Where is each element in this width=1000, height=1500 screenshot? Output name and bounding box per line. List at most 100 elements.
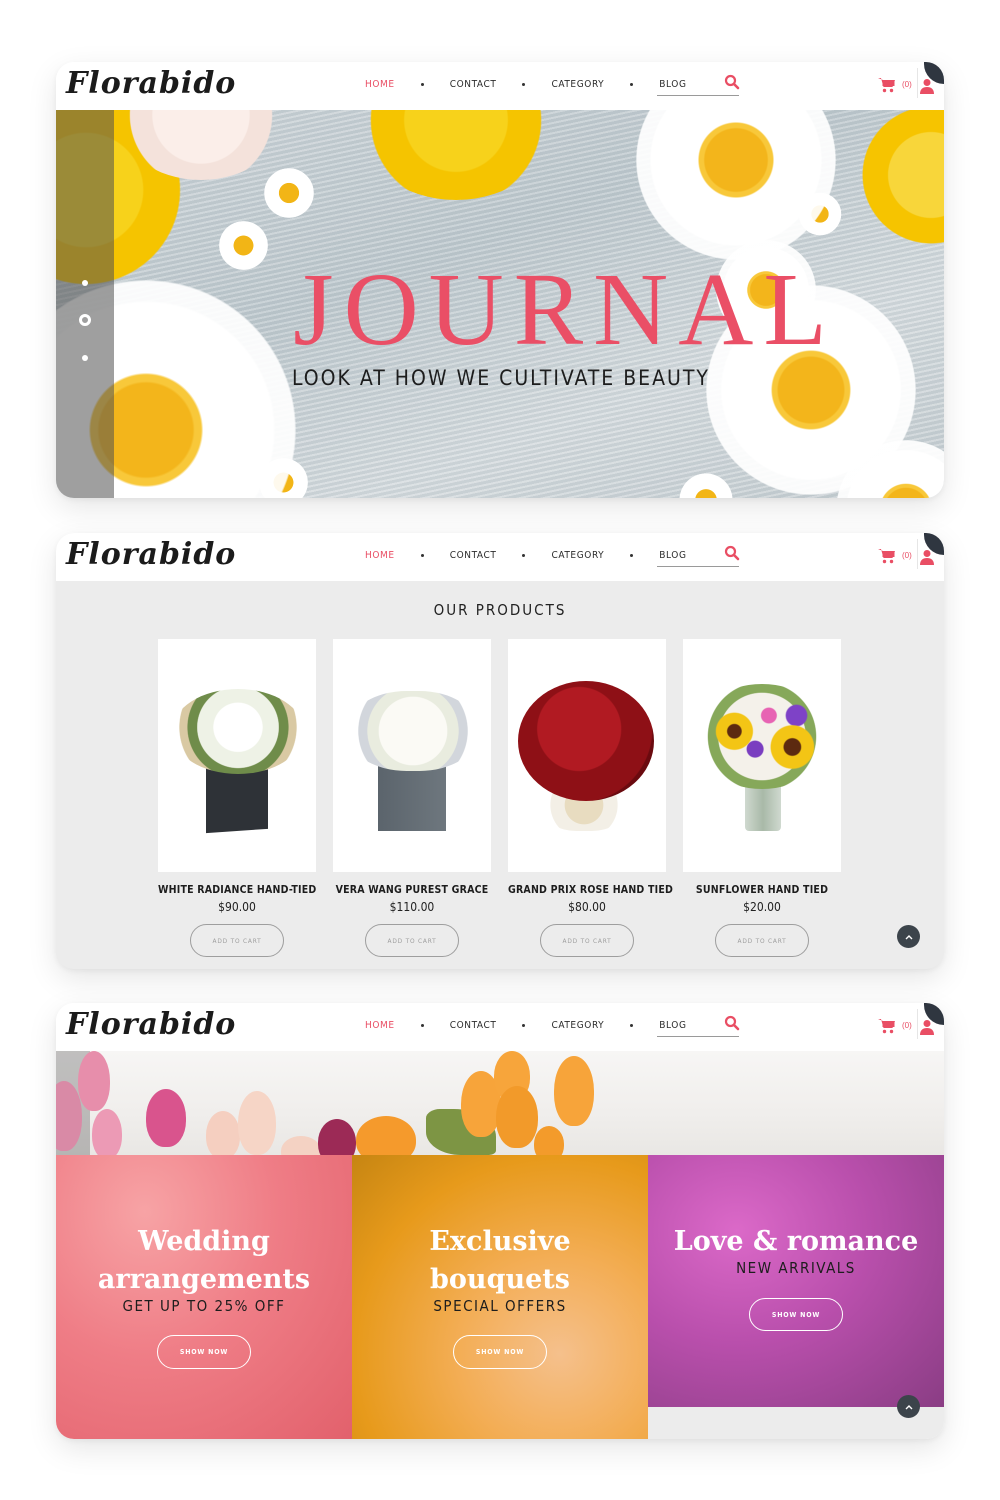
header-divider	[917, 68, 918, 98]
hero-banner: JOURNAL LOOK AT HOW WE CULTIVATE BEAUTY	[56, 110, 944, 498]
cart-icon[interactable]	[878, 548, 896, 564]
promo-subtitle: NEW ARRIVALS	[736, 1259, 856, 1277]
promo-title-line1: Wedding	[138, 1226, 270, 1257]
hero-subtitle: LOOK AT HOW WE CULTIVATE BEAUTY	[292, 366, 710, 390]
red-roses-image	[518, 681, 654, 801]
nav-separator	[630, 554, 634, 557]
product-card: SUNFLOWER HAND TIED $20.00 ADD TO CART	[683, 639, 841, 957]
add-to-cart-button[interactable]: ADD TO CART	[365, 924, 459, 957]
promo-wedding: Wedding arrangements GET UP TO 25% OFF S…	[56, 1155, 352, 1439]
nav-separator	[522, 1024, 526, 1027]
orange-tulip	[356, 1116, 416, 1155]
magenta-tulip	[318, 1119, 356, 1155]
cart-count: (0)	[902, 1021, 912, 1030]
logo[interactable]: Florabido	[66, 66, 236, 101]
white-roses-image	[349, 691, 477, 771]
peach-tulip	[206, 1111, 240, 1155]
promo-title-line1: Exclusive	[429, 1226, 571, 1257]
nav-category[interactable]: CATEGORY	[551, 550, 604, 561]
pink-tulip	[146, 1089, 186, 1147]
show-now-button[interactable]: SHOW NOW	[157, 1335, 251, 1369]
product-image[interactable]	[158, 639, 316, 872]
nav-separator	[630, 83, 634, 86]
promo-title-line2: bouquets	[430, 1264, 570, 1295]
main-nav: HOME CONTACT CATEGORY BLOG	[365, 550, 687, 561]
product-card: GRAND PRIX ROSE HAND TIED $80.00 ADD TO …	[508, 639, 673, 957]
cart-icon[interactable]	[878, 77, 896, 93]
promo-love-romance: Love & romance NEW ARRIVALS SHOW NOW	[648, 1155, 944, 1407]
pink-tulip	[92, 1109, 122, 1155]
nav-contact[interactable]: CONTACT	[450, 79, 497, 90]
product-price: $110.00	[389, 900, 435, 914]
header-divider	[917, 1009, 918, 1039]
marigold-decoration	[856, 110, 944, 250]
product-name[interactable]: GRAND PRIX ROSE HAND TIED	[508, 884, 673, 896]
nav-home[interactable]: HOME	[365, 550, 395, 561]
promo-title-line2: arrangements	[97, 1264, 311, 1295]
promo-subtitle: SPECIAL OFFERS	[433, 1297, 567, 1315]
search-icon[interactable]	[724, 74, 740, 90]
hero-title: JOURNAL	[293, 252, 837, 367]
product-name[interactable]: WHITE RADIANCE HAND-TIED	[158, 884, 316, 896]
back-to-top-button[interactable]	[897, 925, 920, 948]
add-to-cart-button[interactable]: ADD TO CART	[715, 924, 809, 957]
product-price: $80.00	[568, 900, 606, 914]
white-flowers-image	[172, 689, 304, 774]
section-title: OUR PRODUCTS	[433, 601, 567, 619]
add-to-cart-button[interactable]: ADD TO CART	[190, 924, 284, 957]
promo-title: Exclusive bouquets	[352, 1223, 648, 1299]
orange-tulip	[554, 1056, 594, 1126]
site-header: Florabido HOME CONTACT CATEGORY BLOG (0)	[56, 533, 944, 581]
chevron-up-icon	[905, 934, 912, 939]
product-card: WHITE RADIANCE HAND-TIED $90.00 ADD TO C…	[158, 639, 316, 957]
nav-separator	[420, 1024, 424, 1027]
header-divider	[917, 539, 918, 569]
site-header: Florabido HOME CONTACT CATEGORY BLOG (0)	[56, 62, 944, 110]
product-image[interactable]	[333, 639, 491, 872]
nav-separator	[522, 554, 526, 557]
product-card: VERA WANG PUREST GRACE $110.00 ADD TO CA…	[333, 639, 491, 957]
product-price: $20.00	[743, 900, 781, 914]
nav-category[interactable]: CATEGORY	[551, 1020, 604, 1031]
promo-title: Love & romance	[673, 1226, 919, 1257]
peach-tulip	[238, 1091, 276, 1155]
cart-count: (0)	[902, 551, 912, 560]
sunflower-bouquet-image	[693, 684, 831, 789]
nav-contact[interactable]: CONTACT	[450, 550, 497, 561]
product-name[interactable]: VERA WANG PUREST GRACE	[333, 884, 491, 896]
nav-separator	[630, 1024, 634, 1027]
product-name[interactable]: SUNFLOWER HAND TIED	[683, 884, 841, 896]
journal-hero-page: Florabido HOME CONTACT CATEGORY BLOG (0)	[56, 62, 944, 498]
product-price: $90.00	[218, 900, 256, 914]
orange-tulip	[534, 1126, 564, 1155]
nav-separator	[522, 83, 526, 86]
nav-category[interactable]: CATEGORY	[551, 79, 604, 90]
peach-tulip	[281, 1136, 321, 1155]
product-grid: WHITE RADIANCE HAND-TIED $90.00 ADD TO C…	[158, 639, 841, 957]
promo-page: Florabido HOME CONTACT CATEGORY BLOG (0)	[56, 1003, 944, 1439]
cart-icon[interactable]	[878, 1018, 896, 1034]
promo-subtitle: GET UP TO 25% OFF	[122, 1297, 286, 1315]
promo-title: Wedding arrangements	[56, 1223, 352, 1299]
show-now-button[interactable]: SHOW NOW	[749, 1298, 843, 1331]
tulip-banner	[56, 1051, 944, 1155]
back-to-top-button[interactable]	[897, 1395, 920, 1418]
search-icon[interactable]	[724, 545, 740, 561]
add-to-cart-button[interactable]: ADD TO CART	[540, 924, 634, 957]
product-image[interactable]	[508, 639, 666, 872]
logo[interactable]: Florabido	[66, 537, 236, 572]
sunflower-decoration	[356, 110, 556, 200]
search-icon[interactable]	[724, 1015, 740, 1031]
promo-exclusive: Exclusive bouquets SPECIAL OFFERS SHOW N…	[352, 1155, 648, 1439]
nav-home[interactable]: HOME	[365, 1020, 395, 1031]
product-image[interactable]	[683, 639, 841, 872]
cart-count: (0)	[902, 80, 912, 89]
chevron-up-icon	[905, 1404, 912, 1409]
nav-home[interactable]: HOME	[365, 79, 395, 90]
mini-daisy-decoration	[261, 165, 317, 221]
show-now-button[interactable]: SHOW NOW	[453, 1335, 547, 1369]
logo[interactable]: Florabido	[66, 1007, 236, 1042]
main-nav: HOME CONTACT CATEGORY BLOG	[365, 79, 687, 90]
pink-tulip	[78, 1051, 110, 1111]
nav-contact[interactable]: CONTACT	[450, 1020, 497, 1031]
